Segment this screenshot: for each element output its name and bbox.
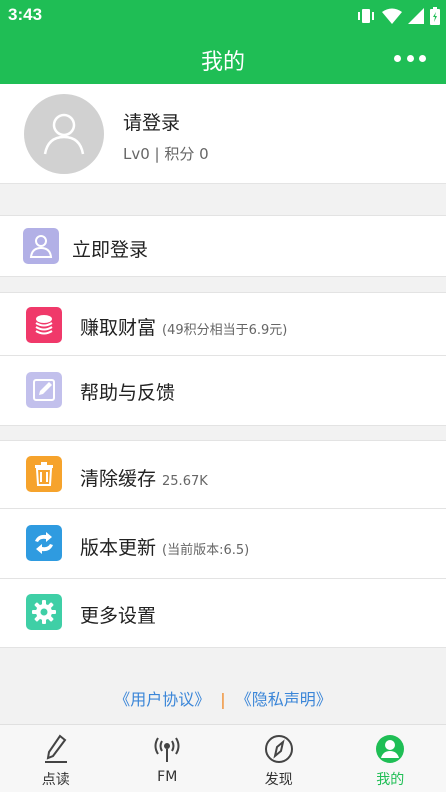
cache-label: 清除缓存 25.67K bbox=[80, 464, 208, 491]
menu-item-earn[interactable]: 赚取财富 (49积分相当于6.9元) bbox=[0, 292, 446, 356]
tab-mine[interactable]: 我的 bbox=[335, 725, 446, 792]
user-agreement-link[interactable]: 《用户协议》 bbox=[114, 690, 210, 709]
tab-mine-label: 我的 bbox=[376, 772, 405, 788]
radio-icon bbox=[152, 734, 182, 764]
battery-icon bbox=[430, 7, 440, 25]
wifi-icon bbox=[382, 8, 402, 24]
login-row[interactable]: 立即登录 bbox=[0, 215, 446, 277]
cache-size: 25.67K bbox=[162, 474, 208, 489]
help-label: 帮助与反馈 bbox=[80, 382, 176, 404]
pen-icon bbox=[41, 734, 71, 764]
tab-discover[interactable]: 发现 bbox=[223, 725, 335, 792]
avatar[interactable] bbox=[24, 94, 104, 174]
tab-fm[interactable]: FM bbox=[112, 725, 224, 792]
coins-icon bbox=[26, 307, 62, 343]
profile-name[interactable]: 请登录 bbox=[123, 108, 180, 135]
privacy-link[interactable]: 《隐私声明》 bbox=[236, 690, 332, 709]
user-icon bbox=[23, 228, 59, 264]
gear-icon bbox=[26, 594, 62, 630]
user-icon bbox=[43, 113, 85, 155]
menu-item-help[interactable]: 帮助与反馈 bbox=[0, 356, 446, 426]
edit-icon bbox=[26, 372, 62, 408]
page-title: 我的 bbox=[200, 50, 245, 75]
bottom-tab-bar: 点读 FM 发现 我的 bbox=[0, 724, 446, 792]
menu-item-cache[interactable]: 清除缓存 25.67K bbox=[0, 440, 446, 509]
more-horizontal-icon[interactable] bbox=[394, 48, 426, 68]
footer-separator: | bbox=[220, 690, 226, 709]
compass-icon bbox=[264, 734, 294, 764]
update-label: 版本更新 (当前版本:6.5) bbox=[80, 533, 249, 560]
tab-discover-label: 发现 bbox=[264, 772, 293, 788]
menu-item-update[interactable]: 版本更新 (当前版本:6.5) bbox=[0, 509, 446, 579]
trash-icon bbox=[26, 456, 62, 492]
signal-icon bbox=[408, 8, 424, 24]
status-bar: 3:43 bbox=[0, 0, 446, 32]
update-version: (当前版本:6.5) bbox=[162, 543, 250, 558]
vibrate-icon bbox=[358, 9, 374, 23]
tab-fm-label: FM bbox=[157, 769, 178, 785]
earn-note: (49积分相当于6.9元) bbox=[162, 323, 288, 338]
tab-read[interactable]: 点读 bbox=[0, 725, 112, 792]
menu-item-settings[interactable]: 更多设置 bbox=[0, 579, 446, 648]
login-label: 立即登录 bbox=[72, 239, 149, 261]
earn-title: 赚取财富 bbox=[80, 317, 157, 339]
profile-card[interactable]: 请登录 Lv0 | 积分 0 bbox=[0, 84, 446, 184]
earn-label: 赚取财富 (49积分相当于6.9元) bbox=[80, 313, 287, 340]
footer-links: 《用户协议》 | 《隐私声明》 bbox=[0, 686, 446, 710]
settings-label: 更多设置 bbox=[80, 605, 157, 627]
tab-read-label: 点读 bbox=[41, 772, 70, 788]
profile-icon bbox=[375, 734, 405, 764]
refresh-icon bbox=[26, 525, 62, 561]
cache-title: 清除缓存 bbox=[80, 468, 157, 490]
status-time: 3:43 bbox=[8, 5, 43, 24]
status-icons bbox=[356, 7, 440, 25]
profile-level: Lv0 | 积分 0 bbox=[123, 145, 209, 163]
update-title: 版本更新 bbox=[80, 537, 157, 559]
header: 我的 bbox=[0, 32, 446, 84]
